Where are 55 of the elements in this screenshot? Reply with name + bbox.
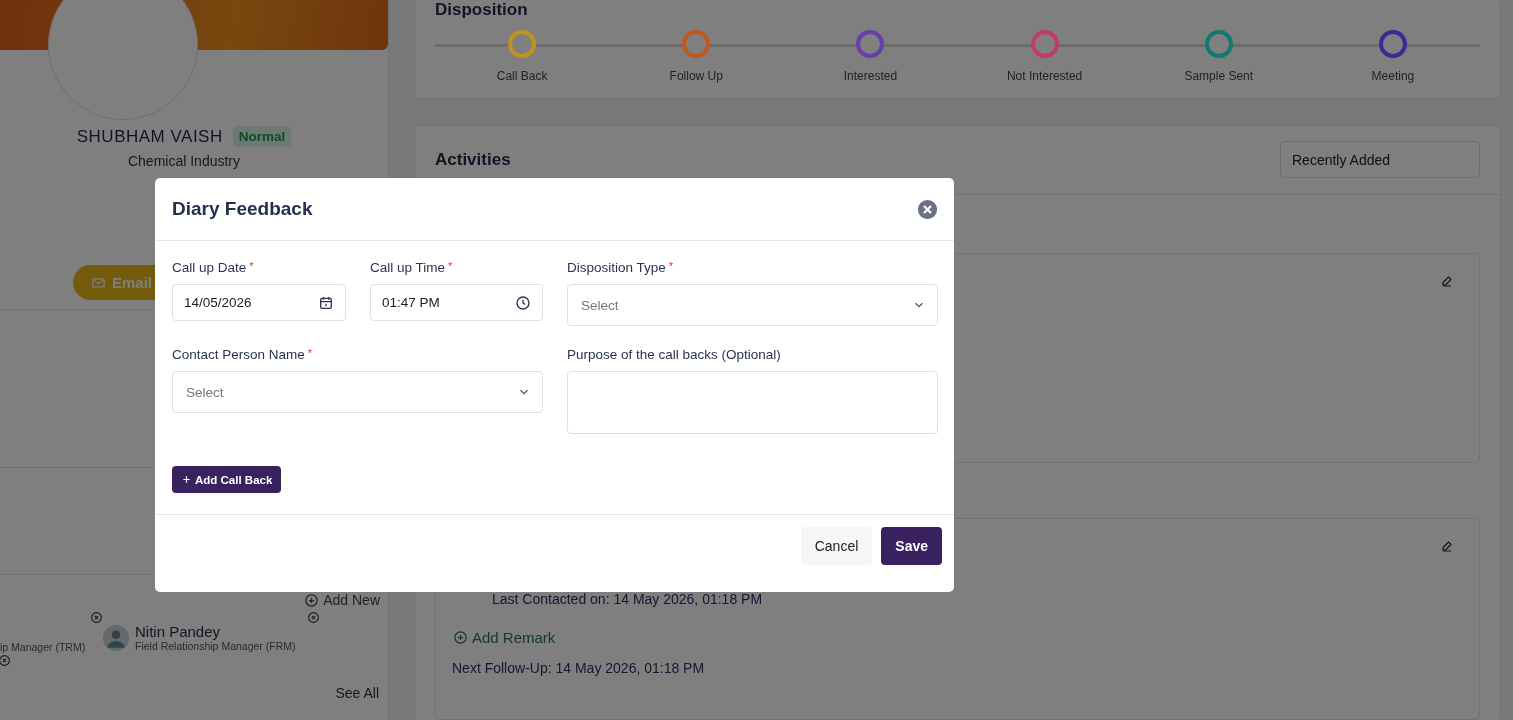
required-mark: * — [307, 347, 313, 359]
dialog-title: Diary Feedback — [172, 198, 313, 220]
field-label: Disposition Type * — [567, 260, 675, 275]
see-all-link[interactable]: See All — [335, 685, 379, 701]
industry-label: Chemical Industry — [126, 153, 241, 169]
stage-label: Meeting — [1371, 69, 1415, 83]
stage-marker[interactable] — [682, 30, 711, 58]
save-button[interactable]: Save — [881, 527, 942, 565]
field-label: Call up Time * — [370, 260, 454, 275]
stage-label: Call Back — [496, 69, 548, 83]
member-name: Nitin Pandey — [135, 623, 222, 640]
date-field[interactable]: 14/05/2026 — [172, 284, 346, 321]
add-new-link[interactable]: Add New — [304, 592, 380, 608]
avatar-icon — [103, 624, 129, 651]
remove-icon[interactable] — [307, 611, 320, 624]
stage-marker[interactable] — [1378, 30, 1407, 58]
member-role: ip Manager (TRM) — [0, 641, 86, 653]
clock-icon — [515, 294, 531, 311]
add-remark-link[interactable]: Add Remark — [453, 629, 1479, 646]
edit-icon[interactable] — [1441, 540, 1453, 552]
status-badge: Normal — [232, 126, 292, 147]
stage-marker[interactable] — [856, 30, 885, 58]
section-title: Disposition — [435, 0, 529, 20]
stage-label: Interested — [843, 69, 898, 83]
member-role: Field Relationship Manager (FRM) — [135, 640, 296, 652]
next-follow-up-text: Next Follow-Up: 14 May 2026, 01:18 PM — [452, 660, 706, 676]
plus-icon — [181, 474, 192, 485]
field-label: Purpose of the call backs (Optional) — [567, 347, 782, 362]
mail-icon — [91, 275, 106, 290]
required-mark: * — [448, 260, 453, 272]
sort-dropdown[interactable]: Recently Added — [1280, 141, 1480, 178]
stage-label: Sample Sent — [1184, 69, 1254, 83]
stage-marker[interactable] — [1030, 30, 1059, 58]
add-icon — [453, 630, 468, 645]
add-icon — [304, 592, 320, 608]
stage-label: Not Interested — [1006, 69, 1083, 83]
time-field[interactable]: 01:47 PM — [370, 284, 543, 321]
stage-marker[interactable] — [508, 30, 537, 58]
close-icon[interactable] — [917, 198, 938, 220]
contact-name: SHUBHAM VAISH — [76, 126, 223, 147]
last-contacted-text: Last Contacted on: 14 May 2026, 01:18 PM — [492, 591, 763, 607]
select-field[interactable]: Select — [172, 371, 543, 413]
cancel-button[interactable]: Cancel — [800, 527, 873, 565]
required-mark: * — [249, 260, 254, 272]
stage-label: Follow Up — [669, 69, 723, 83]
add-call-back-button[interactable]: Add Call Back — [172, 466, 282, 493]
edit-icon[interactable] — [1441, 275, 1453, 287]
remove-icon[interactable] — [0, 654, 11, 667]
stage-marker[interactable] — [1204, 30, 1233, 58]
required-mark: * — [668, 260, 674, 272]
calendar-icon — [318, 294, 334, 311]
section-title: Activities — [435, 149, 511, 170]
select-field[interactable]: Select — [567, 284, 938, 326]
remove-icon[interactable] — [90, 611, 103, 624]
field-label: Contact Person Name * — [172, 347, 314, 362]
